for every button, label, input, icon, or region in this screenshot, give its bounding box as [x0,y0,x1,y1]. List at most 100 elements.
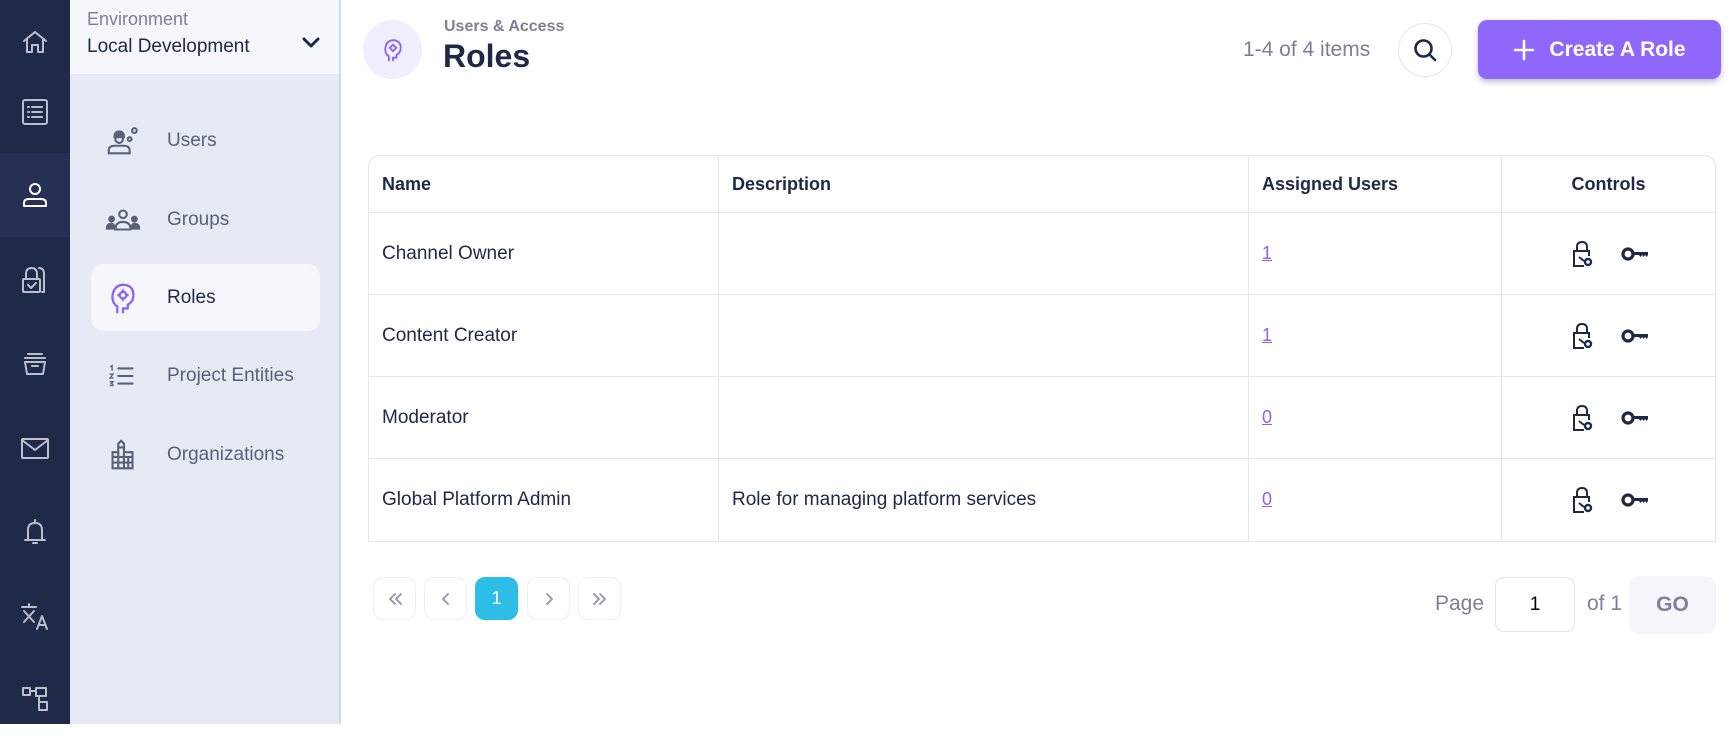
rail-hierarchy[interactable] [0,656,70,740]
page-total-label: of 1 [1587,592,1623,615]
sidebar-item-project-entities[interactable]: Project Entities [91,342,320,409]
sidebar-item-label: Roles [167,286,216,308]
role-name: Moderator [369,377,719,459]
lock-check-icon [22,267,45,293]
role-name: Global Platform Admin [369,459,719,541]
key-icon [1620,328,1648,343]
last-page-button[interactable] [578,577,621,620]
row-controls [1515,403,1702,433]
api-keys-button[interactable] [1620,239,1650,269]
table-row: Content Creator 1 [369,295,1715,377]
double-chevron-right-icon [592,592,606,605]
environment-label: Environment [87,9,189,29]
page-label: Page [1435,592,1485,615]
rail-translations[interactable] [0,574,70,658]
table-row: Channel Owner 1 [369,213,1715,295]
rail-mail[interactable] [0,406,70,490]
column-header-controls: Controls [1502,156,1715,213]
column-header-assigned-users: Assigned Users [1249,156,1502,213]
rail-permissions[interactable] [0,238,70,322]
rail-users[interactable] [0,153,70,237]
head-gear-icon [383,38,402,61]
rail-archive[interactable] [0,322,70,406]
sidebar-item-label: Groups [167,208,230,230]
role-description [719,213,1249,295]
rail-notifications[interactable] [0,490,70,574]
sidebar-item-users[interactable]: Users [91,107,320,174]
key-icon [1620,246,1648,261]
column-header-name: Name [369,156,719,213]
permissions-button[interactable] [1568,239,1598,269]
column-header-description: Description [719,156,1249,213]
row-controls [1515,321,1702,351]
go-button[interactable]: GO [1629,576,1716,634]
section-sidebar: Environment Local Development Users Grou… [70,0,341,724]
translate-icon [21,603,48,630]
sidebar-item-roles[interactable]: Roles [91,264,320,331]
row-controls [1515,239,1702,269]
lock-key-icon [1572,240,1592,267]
page-icon [363,20,422,79]
permissions-button[interactable] [1568,403,1598,433]
environment-value: Local Development [87,36,250,57]
assigned-users-link[interactable]: 0 [1262,489,1272,509]
role-description: Role for managing platform services [719,459,1249,541]
role-description [719,295,1249,377]
permissions-button[interactable] [1568,485,1598,515]
api-keys-button[interactable] [1620,485,1650,515]
mail-icon [21,438,49,459]
plus-icon [1513,39,1535,61]
next-page-button[interactable] [527,577,570,620]
roles-table: Name Description Assigned Users Controls… [368,155,1716,542]
lock-key-icon [1572,486,1592,513]
user-icon [23,183,47,207]
table-header-row: Name Description Assigned Users Controls [369,156,1715,213]
page-title: Roles [443,38,531,74]
building-icon [103,435,143,475]
sidebar-item-label: Organizations [167,443,285,465]
chevron-right-icon [545,592,553,605]
environment-selector[interactable]: Environment Local Development [70,0,339,74]
sidebar-item-label: Users [167,129,217,151]
previous-page-button[interactable] [424,577,467,620]
permissions-button[interactable] [1568,321,1598,351]
assigned-users-link[interactable]: 1 [1262,243,1272,263]
list-icon [22,99,48,125]
assigned-users-link[interactable]: 1 [1262,325,1272,345]
numbered-list-icon [103,356,143,396]
lock-key-icon [1572,404,1592,431]
icon-rail [0,0,70,724]
lock-key-icon [1572,322,1592,349]
user-gear-icon [103,121,143,161]
create-role-button[interactable]: Create A Role [1478,20,1721,79]
page-button-current[interactable]: 1 [475,577,518,620]
chevron-down-icon [301,36,321,50]
hierarchy-icon [22,687,48,711]
rail-list[interactable] [0,70,70,154]
assigned-users-link[interactable]: 0 [1262,407,1272,427]
breadcrumb[interactable]: Users & Access [444,18,564,36]
table-row: Global Platform Admin Role for managing … [369,459,1715,541]
head-gear-icon [103,278,143,318]
search-icon [1414,39,1437,62]
key-icon [1620,493,1648,507]
first-page-button[interactable] [373,577,416,620]
page-number-input[interactable] [1495,577,1575,632]
bell-icon [24,519,46,544]
home-icon [23,31,47,53]
group-icon [103,200,143,240]
api-keys-button[interactable] [1620,321,1650,351]
create-role-label: Create A Role [1549,37,1686,61]
sidebar-item-groups[interactable]: Groups [91,186,320,253]
search-button[interactable] [1398,23,1452,77]
chevron-left-icon [441,592,449,605]
item-count: 1-4 of 4 items [1243,38,1371,61]
archive-icon [24,353,46,375]
sidebar-item-organizations[interactable]: Organizations [91,421,320,488]
sidebar-item-label: Project Entities [167,364,294,386]
role-name: Content Creator [369,295,719,377]
double-chevron-left-icon [388,592,402,605]
row-controls [1515,485,1702,515]
table-row: Moderator 0 [369,377,1715,459]
api-keys-button[interactable] [1620,403,1650,433]
